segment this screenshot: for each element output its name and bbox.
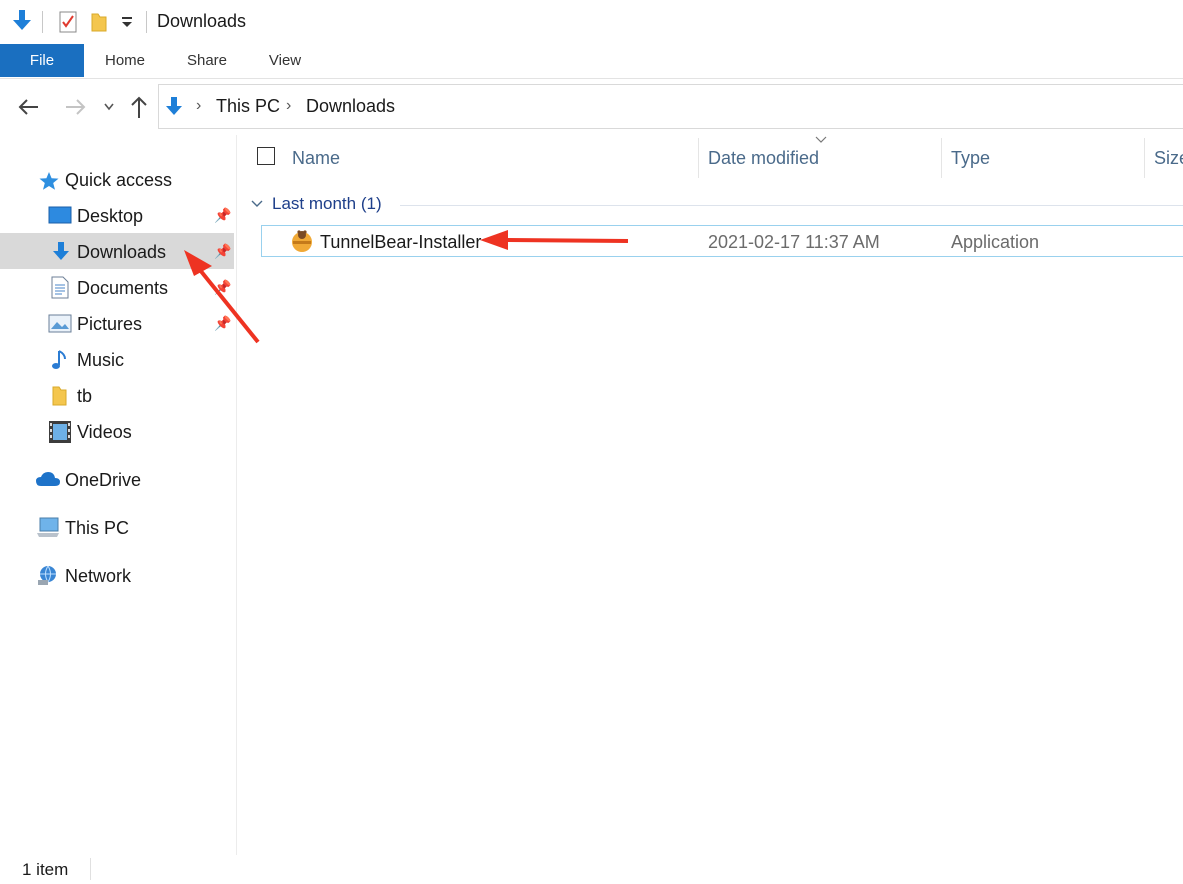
film-icon [49,421,71,443]
group-collapse-chevron-icon[interactable] [250,198,264,210]
download-arrow-icon [53,242,69,260]
tab-home[interactable]: Home [94,44,156,77]
status-divider [90,858,91,880]
column-header-date-modified[interactable]: Date modified [708,148,819,169]
status-item-count: 1 item [22,860,69,879]
select-all-checkbox[interactable] [257,147,275,165]
column-header-name[interactable]: Name [292,148,340,169]
back-arrow-icon[interactable] [16,96,42,118]
folder-icon [52,386,67,406]
title-bar: Downloads [0,0,1183,44]
network-icon [38,565,56,585]
column-divider[interactable] [698,138,699,178]
nav-this-pc[interactable]: This PC [65,518,129,539]
forward-arrow-icon[interactable] [62,96,88,118]
up-arrow-icon[interactable] [128,94,150,120]
column-divider[interactable] [1144,138,1145,178]
document-icon [51,276,69,299]
nav-item-tb[interactable] [0,377,234,413]
file-date-modified: 2021-02-17 11:37 AM [708,232,880,252]
tab-share[interactable]: Share [176,44,238,77]
group-header-last-month[interactable]: Last month (1) [272,194,382,214]
nav-label-tb: tb [77,386,93,406]
separator [146,11,147,33]
breadcrumb-downloads[interactable]: Downloads [306,96,395,117]
breadcrumb-this-pc[interactable]: This PC [216,96,280,117]
separator [42,11,43,33]
nav-quick-access[interactable]: Quick access [65,170,172,191]
file-type: Application [951,232,1040,252]
new-folder-icon[interactable] [90,11,108,33]
window-title: Downloads [157,11,247,31]
nav-label-downloads: Downloads [77,242,167,262]
computer-icon [37,517,59,537]
nav-label-documents: Documents [77,278,169,298]
annotation-arrows [184,230,629,344]
nav-label-pictures: Pictures [77,314,143,334]
properties-icon[interactable] [58,10,78,34]
desktop-icon [48,206,72,224]
star-icon [39,172,59,190]
group-divider [400,205,1183,206]
breadcrumb-chevron-icon[interactable]: › [196,97,201,115]
nav-onedrive[interactable]: OneDrive [65,470,141,491]
tab-file[interactable]: File [0,44,84,77]
breadcrumb-chevron-icon[interactable]: › [286,97,291,115]
column-header-type[interactable]: Type [951,148,990,169]
column-divider[interactable] [941,138,942,178]
nav-network[interactable]: Network [65,566,131,587]
cloud-icon [36,472,60,486]
tab-view[interactable]: View [256,44,314,77]
nav-label-music: Music [77,350,125,370]
download-arrow-icon[interactable] [10,8,34,34]
download-arrow-icon [166,97,182,115]
picture-icon [48,314,72,333]
nav-label-videos: Videos [77,422,132,442]
sort-chevron-icon [815,136,827,143]
recent-locations-chevron-icon[interactable] [102,101,116,113]
nav-label-desktop: Desktop [77,206,144,226]
column-header-size[interactable]: Size [1154,148,1183,169]
music-note-icon [52,350,66,369]
customize-qa-icon[interactable] [120,14,134,30]
